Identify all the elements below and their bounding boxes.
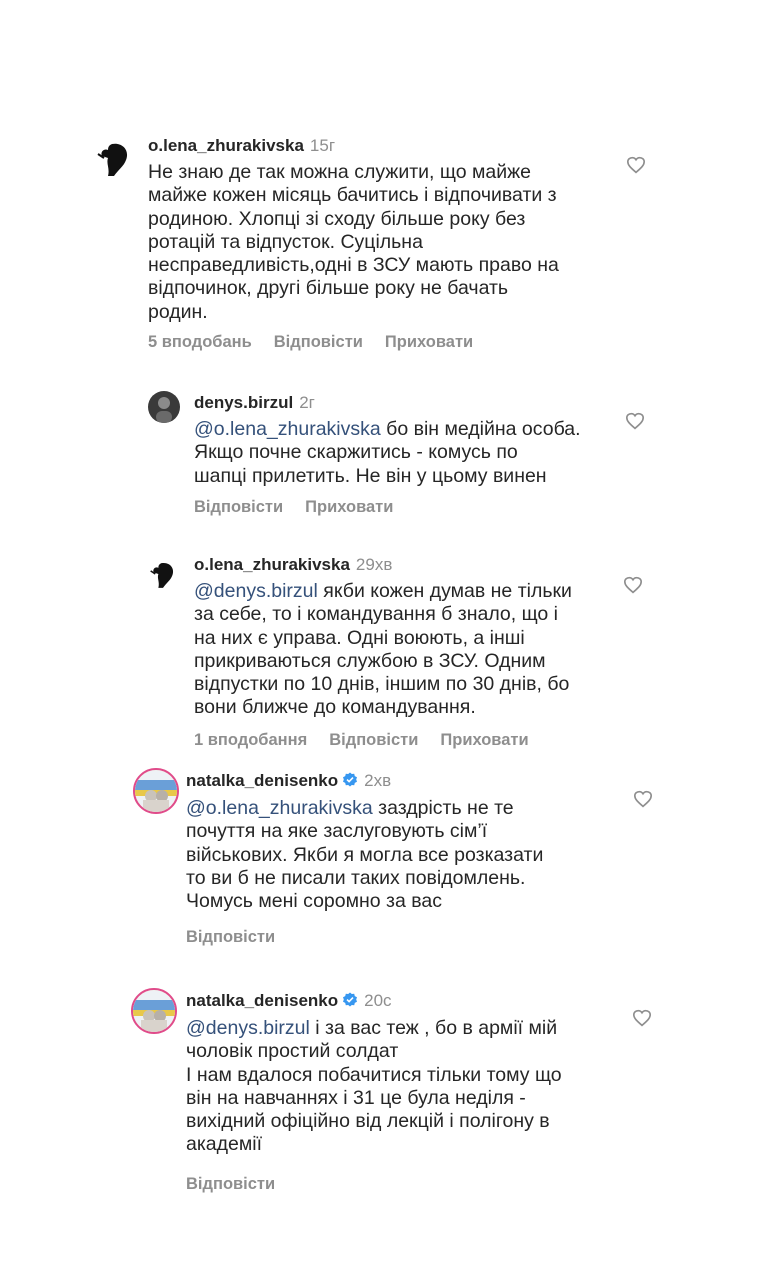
profile-photo-icon: [133, 990, 175, 1032]
heart-icon[interactable]: [623, 576, 643, 594]
username[interactable]: denys.birzul: [194, 393, 293, 412]
verified-badge-icon: [343, 772, 358, 787]
reply-button[interactable]: Відповісти: [329, 731, 418, 749]
heart-icon[interactable]: [633, 790, 653, 808]
hide-button[interactable]: Приховати: [305, 498, 393, 516]
avatar[interactable]: [133, 768, 179, 814]
likes-count[interactable]: 5 вподобань: [148, 333, 252, 351]
profile-photo-icon: [135, 770, 177, 812]
comment-text: Не знаю де так можна служити, що майже м…: [148, 161, 559, 323]
comment-text: @denys.birzul і за вас теж , бо в армії …: [186, 1017, 562, 1156]
timestamp: 15г: [309, 136, 336, 155]
verified-badge-icon: [343, 992, 358, 1007]
profile-photo-icon: [148, 391, 180, 423]
silhouette-avatar-icon: [146, 557, 180, 591]
hide-button[interactable]: Приховати: [440, 731, 528, 749]
comment-text: @o.lena_zhurakivska заздрість не те почу…: [186, 797, 544, 913]
timestamp: 2г: [299, 393, 315, 412]
likes-count[interactable]: 1 вподобання: [194, 731, 307, 749]
hide-button[interactable]: Приховати: [385, 333, 473, 351]
comment-text: @denys.birzul якби кожен думав не тільки…: [194, 580, 572, 719]
avatar[interactable]: [92, 136, 136, 180]
timestamp: 2хв: [364, 771, 392, 790]
heart-icon[interactable]: [625, 412, 645, 430]
reply-button[interactable]: Відповісти: [186, 928, 275, 946]
reply-button[interactable]: Відповісти: [274, 333, 363, 351]
reply-button[interactable]: Відповісти: [186, 1175, 275, 1193]
timestamp: 20с: [364, 991, 392, 1010]
reply-button[interactable]: Відповісти: [194, 498, 283, 516]
mention-link[interactable]: @o.lena_zhurakivska: [194, 418, 381, 440]
heart-icon[interactable]: [626, 156, 646, 174]
mention-link[interactable]: @denys.birzul: [194, 580, 318, 602]
username[interactable]: o.lena_zhurakivska: [194, 555, 350, 574]
avatar[interactable]: [148, 391, 180, 423]
heart-icon[interactable]: [632, 1009, 652, 1027]
silhouette-avatar-icon: [92, 136, 136, 180]
avatar[interactable]: [131, 988, 177, 1034]
timestamp: 29хв: [355, 555, 393, 574]
username[interactable]: natalka_denisenko: [186, 771, 338, 790]
mention-link[interactable]: @denys.birzul: [186, 1017, 310, 1039]
avatar[interactable]: [146, 557, 180, 591]
mention-link[interactable]: @o.lena_zhurakivska: [186, 797, 373, 819]
comment-text: @o.lena_zhurakivska бо він медійна особа…: [194, 418, 581, 487]
username[interactable]: o.lena_zhurakivska: [148, 136, 304, 155]
username[interactable]: natalka_denisenko: [186, 991, 338, 1010]
